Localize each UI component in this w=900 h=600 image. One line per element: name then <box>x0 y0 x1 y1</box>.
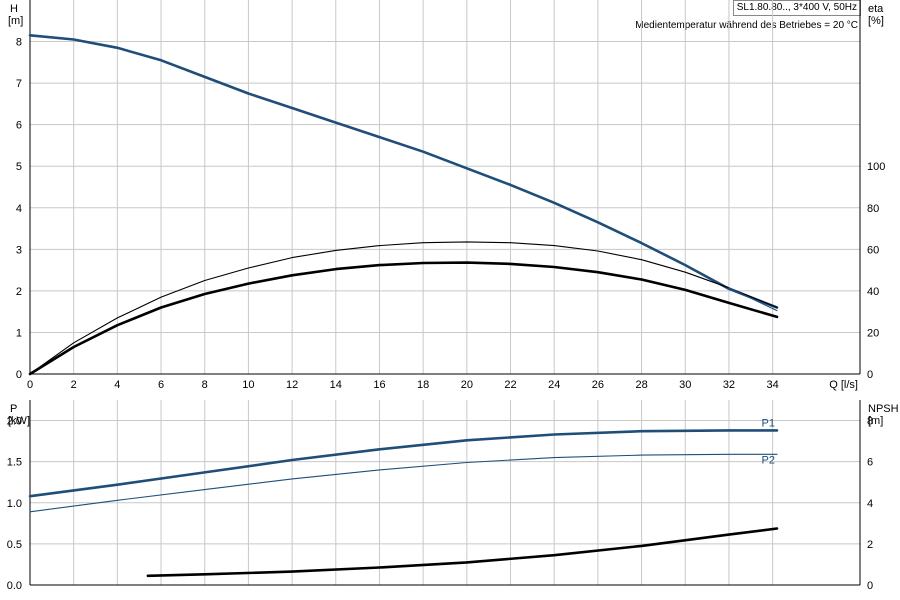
x-tick-label: 28 <box>635 379 647 391</box>
y-left-axis-unit: [m] <box>8 15 23 27</box>
x-axis-title: Q [l/s] <box>829 379 858 391</box>
y-left-tick-label: 1 <box>16 327 22 339</box>
x-tick-label: 24 <box>548 379 560 391</box>
series-line <box>29 241 778 375</box>
x-tick-label: 34 <box>767 379 779 391</box>
x-tick-label: 8 <box>202 379 208 391</box>
y-left-tick-label: 2 <box>16 286 22 298</box>
y-right-tick-label: 6 <box>867 457 873 469</box>
y-right-tick-label: 60 <box>867 244 879 256</box>
y-left-tick-label: 0.0 <box>7 580 22 592</box>
pump-performance-chart: 0 2 4 6 8 10 12 14 16 18 20 22 24 26 28 30 32 34012345678… <box>7 0 899 592</box>
y-right-tick-label: 0 <box>867 580 873 592</box>
y-right-tick-label: 40 <box>867 286 879 298</box>
series-line <box>28 261 779 376</box>
y-left-tick-label: 0 <box>16 369 22 381</box>
y-right-tick-label: 4 <box>867 498 873 510</box>
y-left-tick-label: 0.5 <box>7 539 22 551</box>
y-left-tick-label: 7 <box>16 78 22 90</box>
y-left-tick-label: 8 <box>16 37 22 49</box>
y-right-tick-label: 100 <box>867 161 885 173</box>
x-tick-label: 10 <box>242 379 254 391</box>
series-label-p2: P2 <box>762 454 775 466</box>
y-left-tick-label: 5 <box>16 161 22 173</box>
y-left-axis-title: P <box>10 403 17 415</box>
y-right-tick-label: 20 <box>867 327 879 339</box>
y-left-tick-label: 4 <box>16 203 22 215</box>
y-right-tick-label: 80 <box>867 203 879 215</box>
y-left-axis-unit: [kW] <box>8 415 30 427</box>
x-tick-label: 0 <box>27 379 33 391</box>
y-left-tick-label: 6 <box>16 120 22 132</box>
x-tick-label: 6 <box>158 379 164 391</box>
y-left-tick-label: 3 <box>16 244 22 256</box>
y-right-tick-label: 0 <box>867 369 873 381</box>
x-tick-label: 12 <box>286 379 298 391</box>
y-right-axis-title: NPSH <box>868 403 899 415</box>
series-label-p1: P1 <box>762 417 775 429</box>
x-tick-label: 16 <box>373 379 385 391</box>
series-line <box>146 527 779 578</box>
y-right-axis-unit: [m] <box>868 415 883 427</box>
series-line-p1 <box>28 429 779 498</box>
y-right-tick-label: 2 <box>867 539 873 551</box>
y-right-axis-title: eta <box>868 3 884 15</box>
x-tick-label: 26 <box>592 379 604 391</box>
x-tick-label: 32 <box>723 379 735 391</box>
y-left-tick-label: 1.5 <box>7 457 22 469</box>
y-left-axis-title: H <box>10 3 18 15</box>
x-tick-label: 14 <box>330 379 342 391</box>
x-tick-label: 20 <box>461 379 473 391</box>
x-tick-label: 22 <box>504 379 516 391</box>
x-tick-label: 4 <box>114 379 120 391</box>
y-left-tick-label: 1.0 <box>7 498 22 510</box>
y-right-axis-unit: [%] <box>868 15 884 27</box>
x-tick-label: 18 <box>417 379 429 391</box>
x-tick-label: 2 <box>71 379 77 391</box>
x-tick-label: 30 <box>679 379 691 391</box>
